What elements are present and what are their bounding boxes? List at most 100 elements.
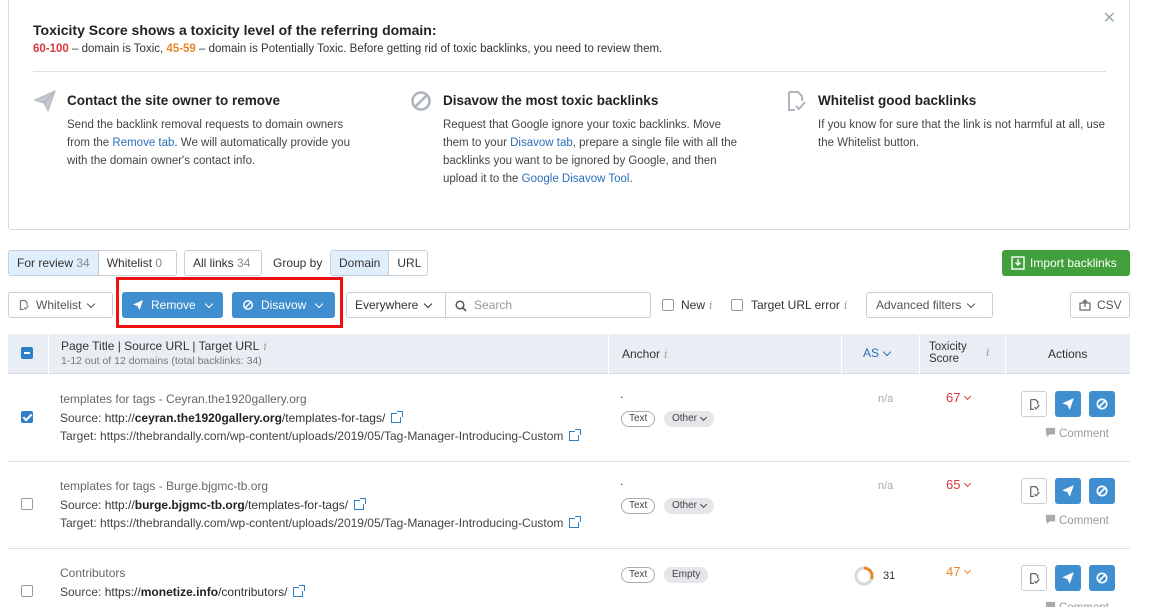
target-url: Target: https://thebrandally.com/wp-cont… — [60, 429, 600, 443]
external-link-icon[interactable] — [391, 411, 404, 423]
paper-plane-icon — [1062, 485, 1074, 497]
whitelist-button-label: Whitelist — [36, 298, 82, 312]
info-icon: i — [709, 299, 713, 312]
chevron-down-icon — [87, 299, 96, 309]
info-icon: i — [843, 299, 848, 312]
search-icon — [455, 300, 467, 312]
source-url: Source: http://burge.bjgmc-tb.org/templa… — [60, 498, 600, 512]
group-by-url[interactable]: URL — [389, 251, 429, 275]
import-backlinks-button[interactable]: Import backlinks — [1002, 250, 1130, 276]
remove-row-button[interactable] — [1055, 565, 1081, 591]
target-url-error-label: Target URL error i — [751, 298, 848, 312]
new-checkbox[interactable] — [662, 299, 674, 311]
authority-score: 31 — [883, 570, 896, 582]
select-all-checkbox[interactable] — [21, 347, 33, 359]
chevron-down-icon — [882, 347, 892, 357]
comment-button[interactable]: Comment — [1045, 513, 1109, 527]
csv-export-button[interactable]: CSV — [1070, 292, 1130, 318]
remove-tab-link[interactable]: Remove tab — [112, 137, 174, 149]
ban-icon — [1096, 485, 1108, 497]
link-type-tag: Text — [621, 411, 656, 427]
external-link-icon[interactable] — [569, 429, 582, 441]
table-row: Contributors Source: https://monetize.in… — [8, 549, 1130, 607]
header-separator — [608, 334, 609, 374]
toxicity-score[interactable]: 47 — [946, 564, 972, 579]
remove-row-button[interactable] — [1055, 391, 1081, 417]
whitelist-icon — [788, 91, 806, 111]
comment-button[interactable]: Comment — [1045, 426, 1109, 440]
scope-select[interactable]: Everywhere — [346, 292, 446, 318]
header-toxicity[interactable]: Toxicity Score — [929, 341, 967, 365]
tab-for-review[interactable]: For review 34 — [9, 251, 99, 275]
whitelist-row-button[interactable] — [1021, 565, 1047, 591]
link-attr-tag[interactable]: Other — [664, 411, 715, 427]
anchor-text: . — [620, 387, 624, 401]
info-icon: i — [986, 346, 990, 359]
info-column-title: Disavow the most toxic backlinks — [443, 93, 659, 108]
row-checkbox[interactable] — [21, 411, 33, 423]
link-attr-tag[interactable]: Empty — [664, 567, 709, 583]
info-column-title: Whitelist good backlinks — [818, 93, 977, 108]
paper-plane-icon — [33, 90, 56, 113]
external-link-icon[interactable] — [569, 516, 582, 528]
new-label: New i — [681, 298, 713, 312]
google-disavow-tool-link[interactable]: Google Disavow Tool — [522, 173, 630, 185]
info-legend: 60-100 – domain is Toxic, 45-59 – domain… — [33, 43, 662, 55]
source-url-link[interactable]: http://burge.bjgmc-tb.org/templates-for-… — [105, 498, 348, 512]
highlight-box — [116, 277, 343, 328]
disavow-tab-link[interactable]: Disavow tab — [510, 137, 573, 149]
whitelist-icon — [1030, 485, 1040, 498]
table-header: Page Title | Source URL | Target URL i 1-… — [8, 334, 1130, 374]
row-checkbox[interactable] — [21, 498, 33, 510]
whitelist-button[interactable]: Whitelist — [8, 292, 113, 318]
advanced-filters-button[interactable]: Advanced filters — [866, 292, 993, 318]
target-url-link[interactable]: https://thebrandally.com/wp-content/uplo… — [100, 429, 563, 443]
comment-icon — [1045, 601, 1056, 607]
scope-value: Everywhere — [355, 298, 419, 312]
external-link-icon[interactable] — [293, 585, 306, 597]
source-url-link[interactable]: https://monetize.info/contributors/ — [105, 585, 288, 599]
header-separator — [841, 334, 842, 374]
comment-button[interactable]: Comment — [1045, 600, 1109, 607]
info-icon: i — [664, 348, 668, 361]
authority-score-ring — [854, 566, 874, 586]
info-icon: i — [263, 340, 267, 353]
target-url-error-checkbox[interactable] — [731, 299, 743, 311]
header-separator — [48, 334, 49, 374]
link-type-tag: Text — [621, 498, 656, 514]
chevron-down-icon — [699, 500, 708, 509]
group-by-label: Group by — [273, 256, 323, 270]
chevron-down-icon — [424, 299, 433, 309]
close-icon[interactable]: ✕ — [1103, 8, 1116, 28]
chevron-down-icon — [967, 299, 976, 309]
row-checkbox[interactable] — [21, 585, 33, 597]
whitelist-icon — [1030, 572, 1040, 585]
toxicity-score[interactable]: 67 — [946, 390, 972, 405]
header-as-sort[interactable]: AS — [863, 346, 892, 360]
paper-plane-icon — [1062, 572, 1074, 584]
source-url: Source: https://monetize.info/contributo… — [60, 585, 600, 599]
link-attr-tag[interactable]: Other — [664, 498, 715, 514]
ban-icon — [411, 91, 431, 111]
page-title: templates for tags - Burge.bjgmc-tb.org — [60, 479, 269, 493]
toxicity-score[interactable]: 65 — [946, 477, 972, 492]
whitelist-row-button[interactable] — [1021, 391, 1047, 417]
chevron-down-icon — [964, 479, 972, 488]
disavow-row-button[interactable] — [1089, 391, 1115, 417]
header-anchor[interactable]: Anchor i — [622, 347, 668, 361]
external-link-icon[interactable] — [354, 498, 367, 510]
import-icon — [1011, 256, 1025, 270]
anchor-text: . — [620, 474, 624, 488]
whitelist-row-button[interactable] — [1021, 478, 1047, 504]
header-actions: Actions — [1048, 347, 1088, 361]
search-input[interactable] — [474, 298, 644, 312]
table-row: templates for tags - Burge.bjgmc-tb.org … — [8, 462, 1130, 549]
group-by-domain[interactable]: Domain — [331, 251, 390, 275]
remove-row-button[interactable] — [1055, 478, 1081, 504]
tab-all-links[interactable]: All links 34 — [185, 251, 258, 275]
target-url-link[interactable]: https://thebrandally.com/wp-content/uplo… — [100, 516, 563, 530]
source-url-link[interactable]: http://ceyran.the1920gallery.org/templat… — [105, 411, 386, 425]
disavow-row-button[interactable] — [1089, 478, 1115, 504]
disavow-row-button[interactable] — [1089, 565, 1115, 591]
tab-whitelist[interactable]: Whitelist 0 — [99, 251, 170, 275]
